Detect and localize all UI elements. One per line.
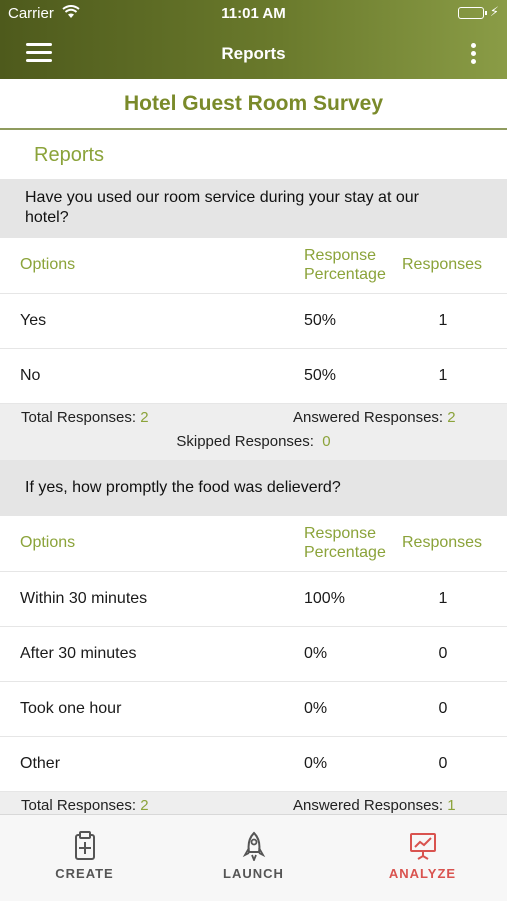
table-header: Options Response Percentage Responses — [0, 238, 507, 294]
tab-create[interactable]: CREATE — [0, 815, 169, 901]
table-row[interactable]: Other 0% 0 — [0, 737, 507, 792]
tab-label: ANALYZE — [388, 866, 457, 881]
tab-launch[interactable]: LAUNCH — [169, 815, 338, 901]
skipped-responses-label: Skipped Responses: — [176, 433, 314, 450]
section-heading: Reports — [34, 144, 105, 166]
rocket-icon — [242, 831, 265, 861]
responses-header: Responses — [402, 534, 483, 551]
percentage-value: 0% — [304, 755, 328, 772]
option-label: Yes — [20, 312, 47, 329]
totals-summary: Total Responses: 2 Answered Responses: 1 — [0, 792, 507, 814]
percentage-value: 50% — [304, 312, 337, 329]
option-label: Within 30 minutes — [20, 590, 148, 607]
percentage-header: Response Percentage — [304, 247, 386, 283]
percentage-value: 50% — [304, 367, 337, 384]
chart-board-icon — [409, 833, 436, 860]
option-label: No — [20, 367, 41, 384]
create-clipboard-icon — [74, 831, 95, 860]
table-row[interactable]: Took one hour 0% 0 — [0, 682, 507, 737]
totals-summary: Total Responses: 2 Answered Responses: 2… — [0, 404, 507, 460]
navigation-bar: Carrier 11:01 AM ⚡ Reports — [0, 0, 507, 79]
percentage-value: 0% — [304, 700, 328, 717]
options-header: Options — [20, 256, 76, 273]
tab-label: CREATE — [55, 866, 114, 881]
responses-value: 0 — [438, 700, 448, 717]
option-label: Took one hour — [20, 700, 122, 717]
tab-analyze[interactable]: ANALYZE — [338, 815, 507, 901]
responses-value: 0 — [438, 755, 448, 772]
responses-value: 1 — [438, 312, 448, 329]
options-header: Options — [20, 534, 76, 551]
tab-bar: CREATE LAUNCH ANALYZE — [0, 814, 507, 901]
survey-title: Hotel Guest Room Survey — [0, 79, 507, 130]
total-responses-value: 2 — [140, 797, 149, 814]
answered-responses-label: Answered Responses: — [293, 409, 444, 426]
status-time: 11:01 AM — [221, 5, 286, 22]
question-text: If yes, how promptly the food was deliev… — [0, 460, 507, 516]
total-responses-label: Total Responses: — [21, 409, 137, 426]
responses-value: 0 — [438, 645, 448, 662]
report-content[interactable]: Reports Have you used our room service d… — [0, 130, 507, 814]
table-header: Options Response Percentage Responses — [0, 516, 507, 572]
battery-icon — [458, 7, 487, 19]
answered-responses-label: Answered Responses: — [293, 797, 444, 814]
question-text: Have you used our room service during yo… — [0, 179, 507, 238]
percentage-value: 100% — [304, 590, 345, 607]
nav-title: Reports — [221, 44, 286, 63]
table-row[interactable]: Yes 50% 1 — [0, 294, 507, 349]
responses-value: 1 — [438, 590, 448, 607]
charging-bolt-icon: ⚡ — [489, 4, 499, 19]
table-row[interactable]: Within 30 minutes 100% 1 — [0, 572, 507, 627]
answered-responses-value: 1 — [447, 797, 456, 814]
answered-responses-value: 2 — [447, 409, 456, 426]
responses-value: 1 — [438, 367, 448, 384]
skipped-responses-value: 0 — [322, 433, 331, 450]
option-label: After 30 minutes — [20, 645, 137, 662]
total-responses-value: 2 — [140, 409, 149, 426]
option-label: Other — [20, 755, 61, 772]
table-row[interactable]: No 50% 1 — [0, 349, 507, 404]
percentage-header: Response Percentage — [304, 525, 386, 561]
table-row[interactable]: After 30 minutes 0% 0 — [0, 627, 507, 682]
percentage-value: 0% — [304, 645, 328, 662]
more-options-icon[interactable] — [461, 40, 485, 68]
tab-label: LAUNCH — [223, 866, 284, 881]
total-responses-label: Total Responses: — [21, 797, 137, 814]
status-bar: Carrier 11:01 AM ⚡ — [0, 0, 507, 28]
responses-header: Responses — [402, 256, 483, 273]
